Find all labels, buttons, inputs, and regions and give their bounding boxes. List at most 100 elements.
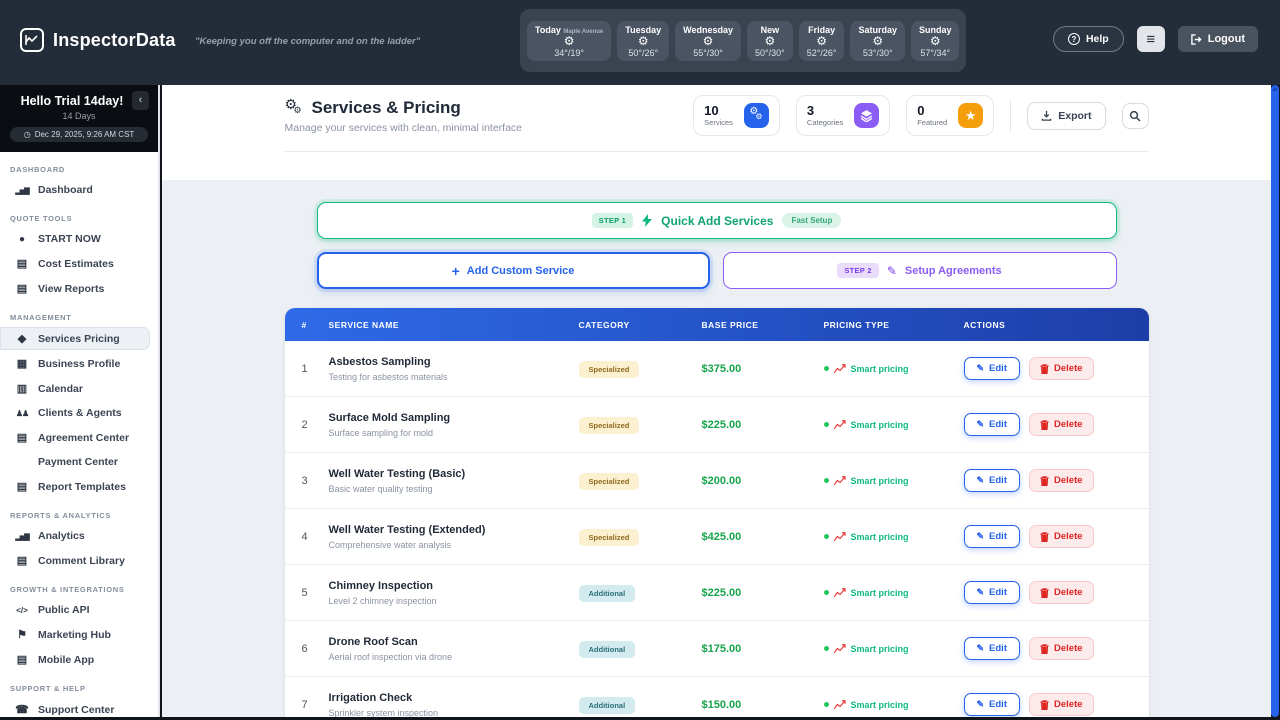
logout-button[interactable]: Logout: [1178, 26, 1258, 52]
sidebar-item[interactable]: Clients & Agents: [0, 402, 150, 424]
row-number: 4: [302, 531, 329, 543]
nav-icon: [15, 554, 29, 567]
search-button[interactable]: [1122, 103, 1149, 129]
add-custom-service-button[interactable]: + Add Custom Service: [317, 252, 710, 289]
delete-button[interactable]: Delete: [1029, 637, 1094, 660]
sidebar-item[interactable]: Dashboard: [0, 179, 150, 201]
nav-icon: [15, 653, 29, 666]
quick-add-services-button[interactable]: STEP 1 Quick Add Services Fast Setup: [317, 202, 1117, 239]
base-price: $225.00: [702, 419, 824, 431]
category-badge: Additional: [579, 697, 636, 714]
sidebar-item[interactable]: Comment Library: [0, 549, 150, 572]
service-description: Basic water quality testing: [329, 484, 579, 494]
vertical-scrollbar[interactable]: [1271, 85, 1279, 717]
hamburger-menu-button[interactable]: ≡: [1137, 26, 1165, 52]
stat-card-services: 10 Services ⚙⚙: [693, 95, 780, 136]
sidebar-section: REPORTS & ANALYTICS Analytics Comment Li…: [0, 511, 158, 572]
trash-icon: [1040, 476, 1049, 486]
sidebar-item[interactable]: Report Templates: [0, 475, 150, 498]
edit-button[interactable]: ✎ Edit: [964, 357, 1021, 380]
weather-day-name: New: [761, 25, 780, 35]
fast-setup-badge: Fast Setup: [782, 213, 841, 228]
table-row: 2 Surface Mold Sampling Surface sampling…: [285, 397, 1149, 453]
sidebar-item-label: START NOW: [38, 233, 101, 245]
edit-button[interactable]: ✎ Edit: [964, 581, 1021, 604]
sidebar-item[interactable]: View Reports: [0, 277, 150, 300]
topbar: InspectorData "Keeping you off the compu…: [0, 0, 1280, 85]
sidebar-item[interactable]: Calendar: [0, 377, 150, 400]
sidebar-section-title: DASHBOARD: [10, 165, 158, 174]
delete-button[interactable]: Delete: [1029, 413, 1094, 436]
sidebar-item-label: Report Templates: [38, 481, 126, 493]
row-number: 7: [302, 699, 329, 711]
pencil-icon: ✎: [977, 643, 985, 654]
pricing-type-label: Smart pricing: [851, 700, 909, 710]
sidebar-item[interactable]: Cost Estimates: [0, 252, 150, 275]
sidebar-item[interactable]: Analytics: [0, 525, 150, 547]
service-name: Well Water Testing (Extended): [329, 524, 579, 536]
delete-label: Delete: [1054, 699, 1083, 710]
category-badge: Specialized: [579, 473, 640, 490]
sidebar-item-label: Payment Center: [38, 456, 118, 468]
edit-button[interactable]: ✎ Edit: [964, 525, 1021, 548]
service-description: Aerial roof inspection via drone: [329, 652, 579, 662]
nav-icon: [15, 431, 29, 444]
service-description: Sprinkler system inspection: [329, 708, 579, 718]
weather-day-name: Wednesday: [683, 25, 733, 35]
trend-chart-icon: [834, 700, 846, 710]
col-service-name: SERVICE NAME: [329, 320, 579, 330]
weather-day-card: Sunday ⚙ 57°/34°: [911, 21, 960, 61]
sidebar-section-title: GROWTH & INTEGRATIONS: [10, 585, 158, 594]
edit-button[interactable]: ✎ Edit: [964, 413, 1021, 436]
category-badge: Specialized: [579, 529, 640, 546]
delete-button[interactable]: Delete: [1029, 525, 1094, 548]
nav-icon: [15, 480, 29, 493]
sidebar-section: GROWTH & INTEGRATIONS Public API Marketi…: [0, 585, 158, 671]
sidebar-item[interactable]: Payment Center: [0, 451, 150, 473]
export-button[interactable]: Export: [1027, 102, 1105, 130]
sidebar-item[interactable]: Business Profile: [0, 352, 150, 375]
add-custom-service-label: Add Custom Service: [467, 265, 575, 277]
delete-button[interactable]: Delete: [1029, 581, 1094, 604]
sidebar-item[interactable]: Services Pricing: [0, 327, 150, 350]
setup-agreements-label: Setup Agreements: [905, 265, 1002, 277]
pricing-type-label: Smart pricing: [851, 476, 909, 486]
trend-chart-icon: [834, 364, 846, 374]
delete-button[interactable]: Delete: [1029, 469, 1094, 492]
sidebar-item[interactable]: Public API: [0, 599, 150, 621]
status-dot: [824, 590, 829, 595]
base-price: $225.00: [702, 587, 824, 599]
edit-button[interactable]: ✎ Edit: [964, 637, 1021, 660]
sidebar-section: SUPPORT & HELP Support Center: [0, 684, 158, 717]
sidebar-item-label: Mobile App: [38, 654, 94, 666]
lightning-icon: [642, 214, 652, 227]
pencil-icon: ✎: [977, 475, 985, 486]
weather-day-card: Today Maple Avenue ⚙ 34°/19°: [527, 21, 611, 61]
trend-chart-icon: [834, 532, 846, 542]
nav-icon: [15, 282, 29, 295]
status-dot: [824, 702, 829, 707]
row-actions: ✎ Edit Delete: [964, 469, 1149, 492]
weather-day-card: Tuesday ⚙ 50°/26°: [617, 21, 669, 61]
sidebar-item[interactable]: Support Center: [0, 698, 150, 717]
setup-agreements-button[interactable]: STEP 2 ✎ Setup Agreements: [723, 252, 1117, 289]
sidebar-item[interactable]: START NOW: [0, 228, 150, 250]
sidebar-item[interactable]: Mobile App: [0, 648, 150, 671]
export-label: Export: [1058, 110, 1091, 122]
edit-label: Edit: [989, 475, 1007, 486]
sidebar-item[interactable]: Marketing Hub: [0, 623, 150, 646]
edit-button[interactable]: ✎ Edit: [964, 693, 1021, 716]
sidebar-collapse-button[interactable]: ‹: [132, 91, 149, 110]
pricing-type: Smart pricing: [824, 476, 964, 486]
sun-weather-icon: ⚙: [755, 35, 785, 48]
pencil-icon: ✎: [977, 419, 985, 430]
sidebar-item[interactable]: Agreement Center: [0, 426, 150, 449]
sidebar-item-label: Agreement Center: [38, 432, 129, 444]
delete-button[interactable]: Delete: [1029, 693, 1094, 716]
help-button[interactable]: ? Help: [1053, 26, 1124, 52]
weather-day-card: Wednesday ⚙ 55°/30°: [675, 21, 741, 61]
tagline: "Keeping you off the computer and on the…: [195, 36, 420, 47]
sidebar-item-label: Calendar: [38, 383, 83, 395]
edit-button[interactable]: ✎ Edit: [964, 469, 1021, 492]
delete-button[interactable]: Delete: [1029, 357, 1094, 380]
